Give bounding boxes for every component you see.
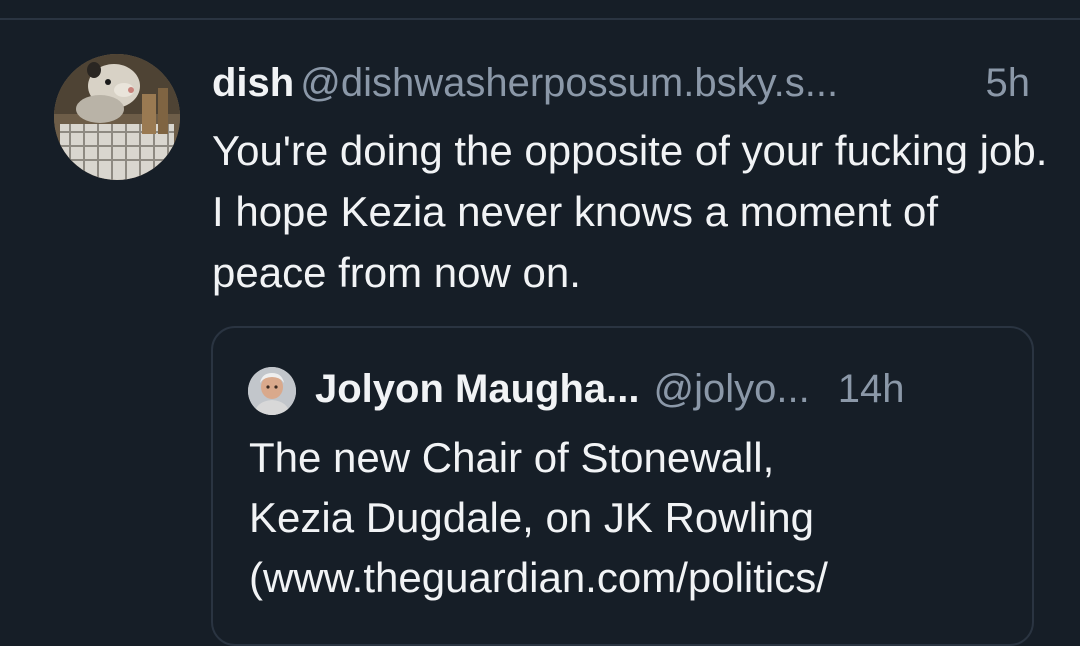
post-text: You're doing the opposite of your fuckin…: [212, 127, 1048, 296]
post-card[interactable]: dish @dishwasherpossum.bsky.s... 5h You'r…: [0, 22, 1080, 646]
quoted-post-header: Jolyon Maugha... @jolyo... 14h: [315, 364, 1005, 414]
post-timestamp[interactable]: 5h: [986, 58, 1031, 108]
quoted-post[interactable]: Jolyon Maugha... @jolyo... 14h The new Cha…: [211, 326, 1034, 646]
post-header: dish @dishwasherpossum.bsky.s... 5h: [212, 58, 1042, 108]
quoted-post-timestamp[interactable]: 14h: [838, 367, 905, 411]
author-display-name[interactable]: dish: [212, 61, 294, 105]
possum-in-dishwasher-avatar: [54, 54, 180, 180]
author-handle[interactable]: @dishwasherpossum.bsky.s...: [300, 61, 838, 105]
user-photo-avatar: [248, 367, 296, 415]
author-avatar[interactable]: [54, 54, 180, 180]
quoted-post-text: The new Chair of Stonewall, Kezia Dugdal…: [249, 434, 828, 601]
top-divider: [0, 0, 1080, 20]
quoted-author-avatar[interactable]: [248, 367, 296, 415]
quoted-author-name[interactable]: Jolyon Maugha...: [315, 367, 639, 411]
quoted-author-handle[interactable]: @jolyo...: [653, 367, 809, 411]
